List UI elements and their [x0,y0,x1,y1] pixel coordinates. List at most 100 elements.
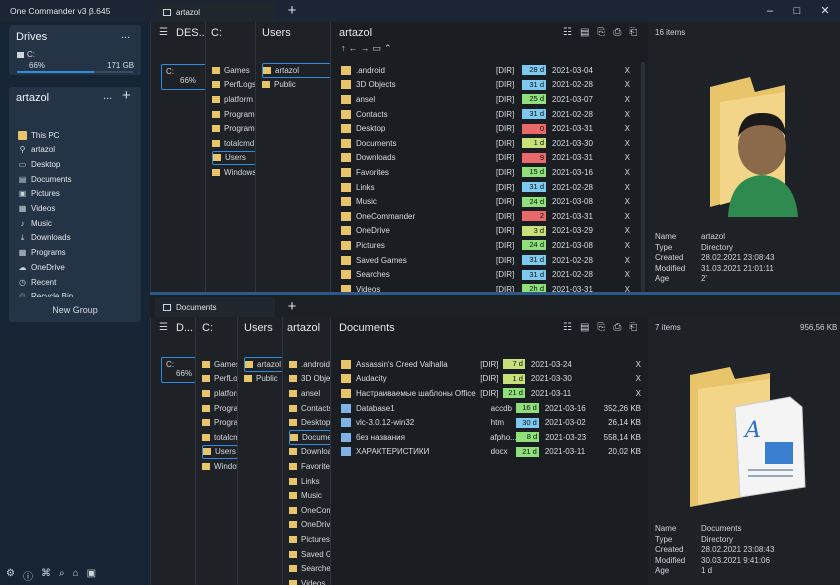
favorites-more-button[interactable]: ... [103,90,112,102]
table-row[interactable]: Documents [DIR] 1 d 2021-03-30 X [341,136,641,151]
drive-item-c[interactable]: C: [17,50,35,59]
folder-item[interactable]: totalcmd [202,430,238,445]
remove-marker[interactable]: X [606,270,630,279]
remove-marker[interactable]: X [606,168,630,177]
table-row[interactable]: Audacity [DIR] 1 d 2021-03-30 X [341,372,641,387]
remove-marker[interactable]: X [606,139,630,148]
sidebar-item[interactable]: ▭ Desktop [18,157,61,171]
sidebar-item[interactable]: ▤ Documents [18,172,72,186]
table-row[interactable]: OneCommander [DIR] 2 2021-03-31 X [341,209,641,224]
folder-item[interactable]: Contacts [289,401,331,416]
folder-item[interactable]: Favorites [289,459,331,474]
table-row[interactable]: Desktop [DIR] 0 2021-03-31 X [341,121,641,136]
folder-item[interactable]: Program [202,401,238,416]
folder-item[interactable]: Users [202,444,238,460]
folder-item[interactable]: OneDrive [289,518,331,533]
remove-marker[interactable]: X [606,66,630,75]
sidebar-item[interactable]: ⚲ artazol [18,143,55,157]
folder-item[interactable]: .android [289,357,331,372]
folder-item[interactable]: PerfLogs [202,372,238,387]
folder-item[interactable]: 3D Objects [289,372,331,387]
info-icon[interactable]: ⓘ [23,568,33,583]
remove-marker[interactable]: X [606,110,630,119]
search-icon[interactable]: ⌕ [59,568,65,583]
folder-item[interactable]: Windows [202,459,238,474]
layout-icon[interactable]: ⌘ [41,568,51,583]
remove-marker[interactable]: X [606,226,630,235]
sidebar-item[interactable]: ☁ OneDrive [18,260,65,274]
table-row[interactable]: Saved Games [DIR] 31 d 2021-02-28 X [341,253,641,268]
folder-item[interactable]: artazol [244,357,284,372]
sidebar-item[interactable]: This PC [18,128,59,142]
favorites-add-button[interactable]: + [122,87,131,104]
table-row[interactable]: ansel [DIR] 25 d 2021-03-07 X [341,92,641,107]
folder-item[interactable]: Program [202,415,238,430]
menu-icon[interactable]: ☰ [159,322,168,333]
settings-icon[interactable]: ⚙ [6,568,15,583]
folder-item[interactable]: Saved Games [289,547,331,562]
new-tab-button[interactable]: + [281,297,303,319]
table-row[interactable]: Assassin's Creed Valhalla [DIR] 7 d 2021-03… [341,357,641,372]
table-row[interactable]: Pictures [DIR] 24 d 2021-03-08 X [341,238,641,253]
table-row[interactable]: vlc-3.0.12-win32 htm 30 d 2021-03-02 26,14 K… [341,415,641,430]
table-row[interactable]: Searches [DIR] 31 d 2021-02-28 X [341,267,641,282]
folder-item[interactable]: OneCommander [289,503,331,518]
table-row[interactable]: Links [DIR] 31 d 2021-02-28 X [341,180,641,195]
table-row[interactable]: Contacts [DIR] 31 d 2021-02-28 X [341,107,641,122]
folder-item[interactable]: Searches [289,561,331,576]
remove-marker[interactable]: X [620,374,641,383]
new-group-button[interactable]: New Group [9,297,141,322]
remove-marker[interactable]: X [606,80,630,89]
table-row[interactable]: ХАРАКТЕРИСТИКИ docx 21 d 2021-03-11 20,02 KB [341,445,641,460]
table-row[interactable]: Database1 accdb 16 d 2021-03-16 352,26 KB [341,401,641,416]
menu-icon[interactable]: ☰ [159,27,168,38]
remove-marker[interactable]: X [606,124,630,133]
folder-item[interactable]: platform [202,386,238,401]
folder-item[interactable]: Public [262,78,332,93]
sidebar-item[interactable]: ▦ Programs [18,246,66,260]
close-button[interactable]: ✕ [810,0,840,22]
tab-documents[interactable]: Documents [155,297,275,317]
table-row[interactable]: Downloads [DIR] 9 2021-03-31 X [341,151,641,166]
horizontal-splitter[interactable] [150,292,840,295]
remove-marker[interactable]: X [606,256,630,265]
folder-item[interactable]: ansel [289,386,331,401]
minimize-button[interactable]: – [755,0,785,22]
maximize-button[interactable]: □ [782,0,812,22]
remove-marker[interactable]: X [606,241,630,250]
folder-item[interactable]: Pictures [289,532,331,547]
sidebar-item[interactable]: ▣ Pictures [18,187,60,201]
drive-item-c[interactable]: C: 66% [161,357,199,383]
folder-item[interactable]: Games [202,357,238,372]
theme-icon[interactable]: ⌂ [73,568,79,583]
table-row[interactable]: OneDrive [DIR] 3 d 2021-03-29 X [341,224,641,239]
view-toolbar[interactable]: ☷▤⎘⎙⎗ [563,322,645,333]
sidebar-item[interactable]: ◷ Recent [18,275,56,289]
folder-item[interactable]: Public [244,372,284,387]
folder-item[interactable]: Downloads [289,445,331,460]
folder-item[interactable]: Documents [289,429,331,445]
table-row[interactable]: Настраиваемые шаблоны Office [DIR] 21 d 202… [341,386,641,401]
remove-marker[interactable]: X [620,389,641,398]
sidebar-item[interactable]: ♪ Music [18,216,52,230]
drive-item-c[interactable]: C: 66% [161,64,209,90]
folder-item[interactable]: Desktop [289,415,331,430]
sidebar-item[interactable]: ▦ Videos [18,202,56,216]
nav-toolbar[interactable]: ↑←→▭⌃ [341,43,395,54]
picture-icon[interactable]: ▣ [87,568,96,583]
new-tab-button[interactable]: + [281,1,303,23]
table-row[interactable]: .android [DIR] 28 d 2021-03-04 X [341,63,641,78]
table-row[interactable]: Music [DIR] 24 d 2021-03-08 X [341,194,641,209]
table-row[interactable]: Favorites [DIR] 15 d 2021-03-16 X [341,165,641,180]
folder-item[interactable]: Music [289,488,331,503]
tab-artazol[interactable]: artazol [155,2,275,22]
remove-marker[interactable]: X [606,95,630,104]
scrollbar[interactable] [641,62,645,292]
remove-marker[interactable]: X [606,183,630,192]
table-row[interactable]: без названия afpho... 8 d 2021-03-23 558,14 … [341,430,641,445]
folder-item[interactable]: artazol [262,63,332,78]
remove-marker[interactable]: X [606,153,630,162]
view-toolbar[interactable]: ☷▤⎘⎙⎗ [563,27,645,38]
folder-item[interactable]: Links [289,474,331,489]
table-row[interactable]: 3D Objects [DIR] 31 d 2021-02-28 X [341,78,641,93]
